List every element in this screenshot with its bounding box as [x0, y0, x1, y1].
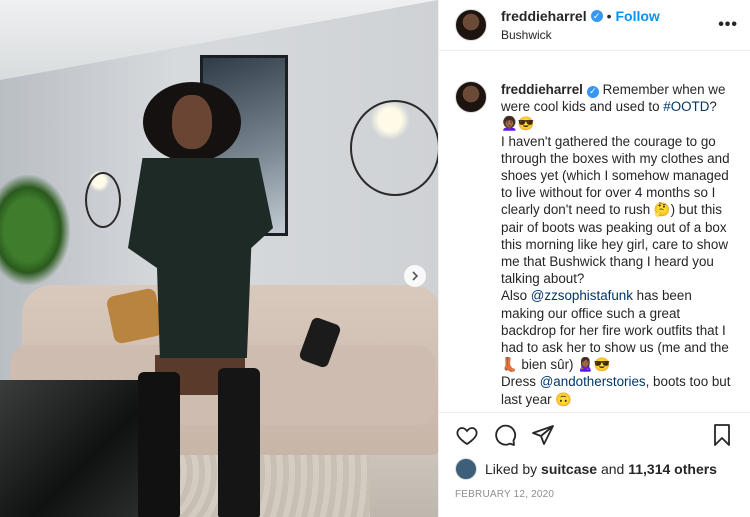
photo-boot-right [218, 368, 260, 517]
photo-pillow [105, 287, 165, 345]
post-date[interactable]: FEBRUARY 12, 2020 [439, 481, 750, 517]
instagram-post: freddieharrel ✓ • Follow Bushwick ••• fr… [0, 0, 750, 517]
author-username[interactable]: freddieharrel [501, 8, 587, 24]
liker-avatar[interactable] [455, 458, 477, 480]
header-separator: • [606, 8, 612, 24]
header-row: freddieharrel ✓ • Follow [501, 8, 660, 24]
caption-author-avatar[interactable] [455, 81, 487, 113]
post-location[interactable]: Bushwick [501, 28, 660, 42]
caption-body: Remember when we were cool kids and used… [501, 82, 734, 407]
caption-link[interactable]: @zzsophistafunk [531, 288, 633, 303]
post-photo[interactable] [0, 0, 438, 517]
comment-icon[interactable] [493, 423, 517, 447]
photo-lamp-ring [350, 100, 438, 196]
verified-badge-icon: ✓ [590, 10, 603, 22]
likes-middle: and [600, 461, 625, 477]
photo-person-face [172, 95, 212, 149]
follow-button[interactable]: Follow [616, 8, 660, 24]
caption-text: freddieharrel ✓ Remember when we were coo… [501, 81, 736, 412]
post-caption: freddieharrel ✓ Remember when we were coo… [439, 51, 750, 412]
action-bar [439, 412, 750, 457]
likes-prefix: Liked by [485, 461, 538, 477]
share-icon[interactable] [531, 423, 555, 447]
caption-link[interactable]: @andotherstories [540, 374, 646, 389]
photo-lamp-ring-small [85, 172, 121, 228]
liker-username[interactable]: suitcase [541, 461, 597, 477]
author-avatar[interactable] [455, 9, 487, 41]
verified-badge-icon: ✓ [586, 85, 599, 98]
caption-link[interactable]: #OOTD [663, 99, 709, 114]
chevron-right-icon [412, 271, 419, 281]
photo-plant [0, 175, 70, 285]
bookmark-icon[interactable] [710, 423, 734, 447]
caption-text-segment: ? 👩🏾‍🦱😎 I haven't gathered the courage t… [501, 99, 730, 304]
next-photo-button[interactable] [404, 265, 426, 287]
caption-username[interactable]: freddieharrel [501, 82, 583, 97]
photo-marble-table [0, 380, 145, 517]
likes-row: Liked by suitcase and 11,314 others [439, 457, 750, 481]
more-options-button[interactable]: ••• [718, 16, 738, 34]
header-text: freddieharrel ✓ • Follow Bushwick [501, 8, 660, 42]
post-sidebar: freddieharrel ✓ • Follow Bushwick ••• fr… [438, 0, 750, 517]
heart-icon[interactable] [455, 423, 479, 447]
photo-boot-left [138, 372, 180, 517]
post-header: freddieharrel ✓ • Follow Bushwick ••• [439, 0, 750, 51]
likes-count[interactable]: 11,314 others [628, 461, 717, 477]
